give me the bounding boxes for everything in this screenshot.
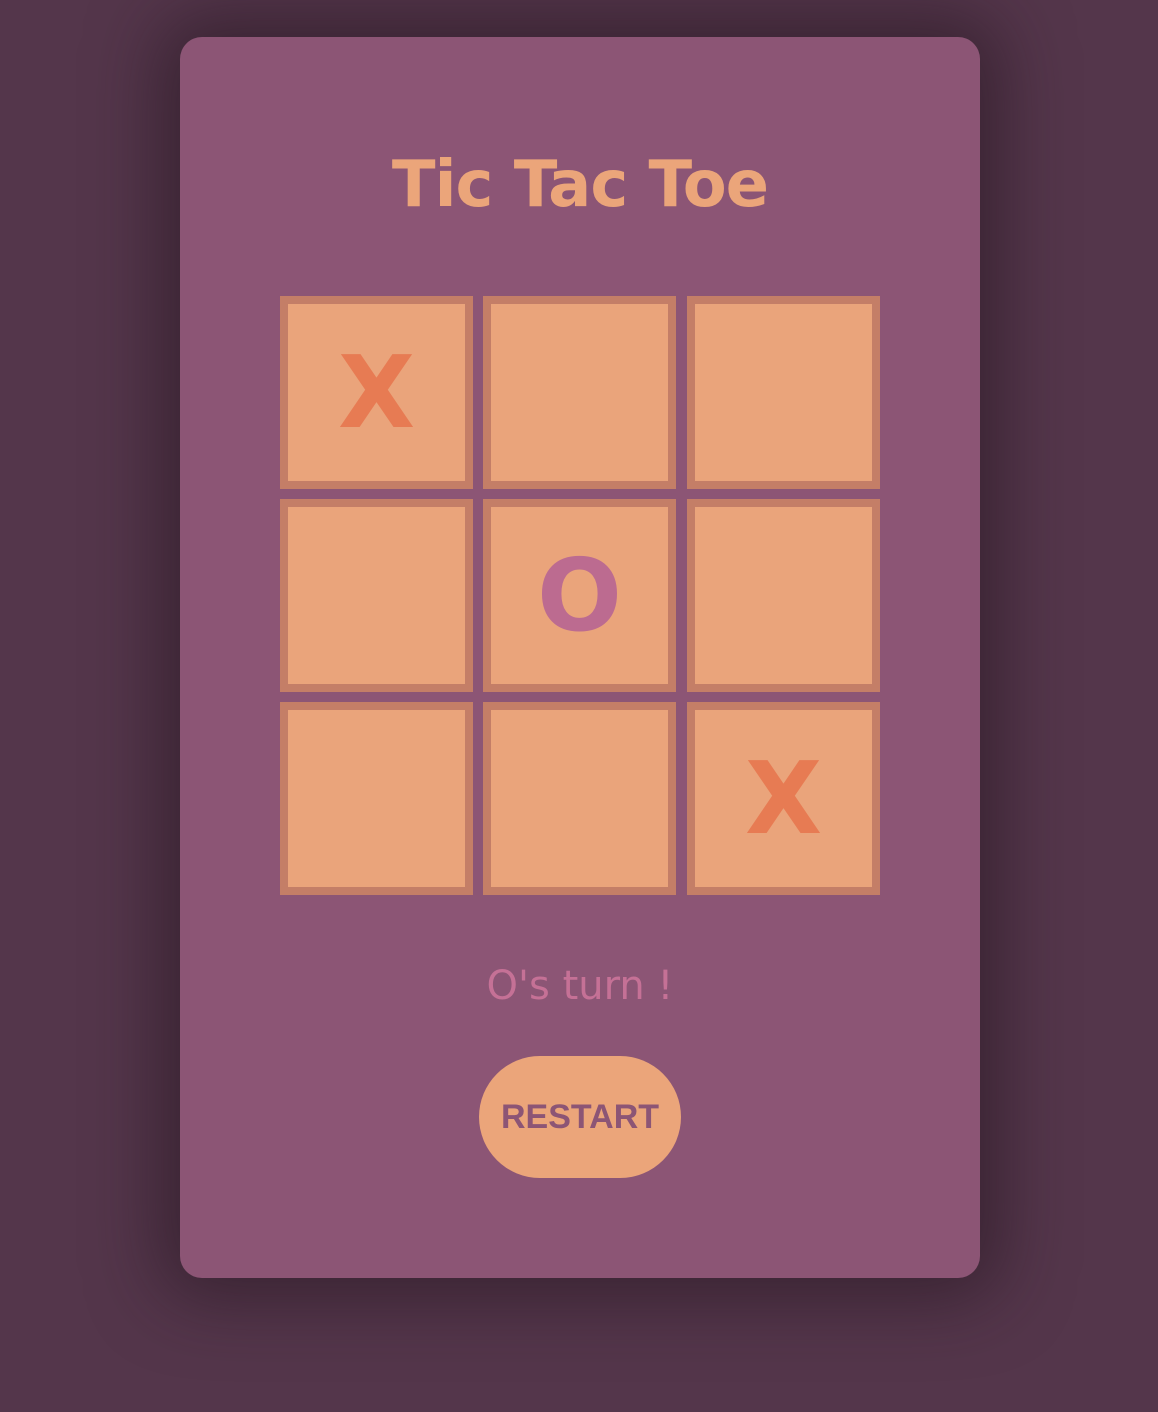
restart-button[interactable]: RESTART — [479, 1056, 681, 1178]
board-cell-8[interactable] — [483, 702, 676, 895]
cell-mark: X — [337, 333, 416, 451]
board-cell-2[interactable] — [483, 296, 676, 489]
board-cell-1[interactable]: X — [280, 296, 473, 489]
board-cell-3[interactable] — [687, 296, 880, 489]
game-card: Tic Tac Toe X O X O's turn ! RESTART — [180, 37, 980, 1278]
board-cell-9[interactable]: X — [687, 702, 880, 895]
cell-mark: X — [744, 739, 823, 857]
game-title: Tic Tac Toe — [391, 148, 769, 222]
board-cell-5[interactable]: O — [483, 499, 676, 692]
game-board: X O X — [280, 296, 880, 896]
board-cell-7[interactable] — [280, 702, 473, 895]
board-cell-6[interactable] — [687, 499, 880, 692]
board-cell-4[interactable] — [280, 499, 473, 692]
turn-status: O's turn ! — [486, 963, 674, 1009]
cell-mark: O — [536, 536, 622, 654]
